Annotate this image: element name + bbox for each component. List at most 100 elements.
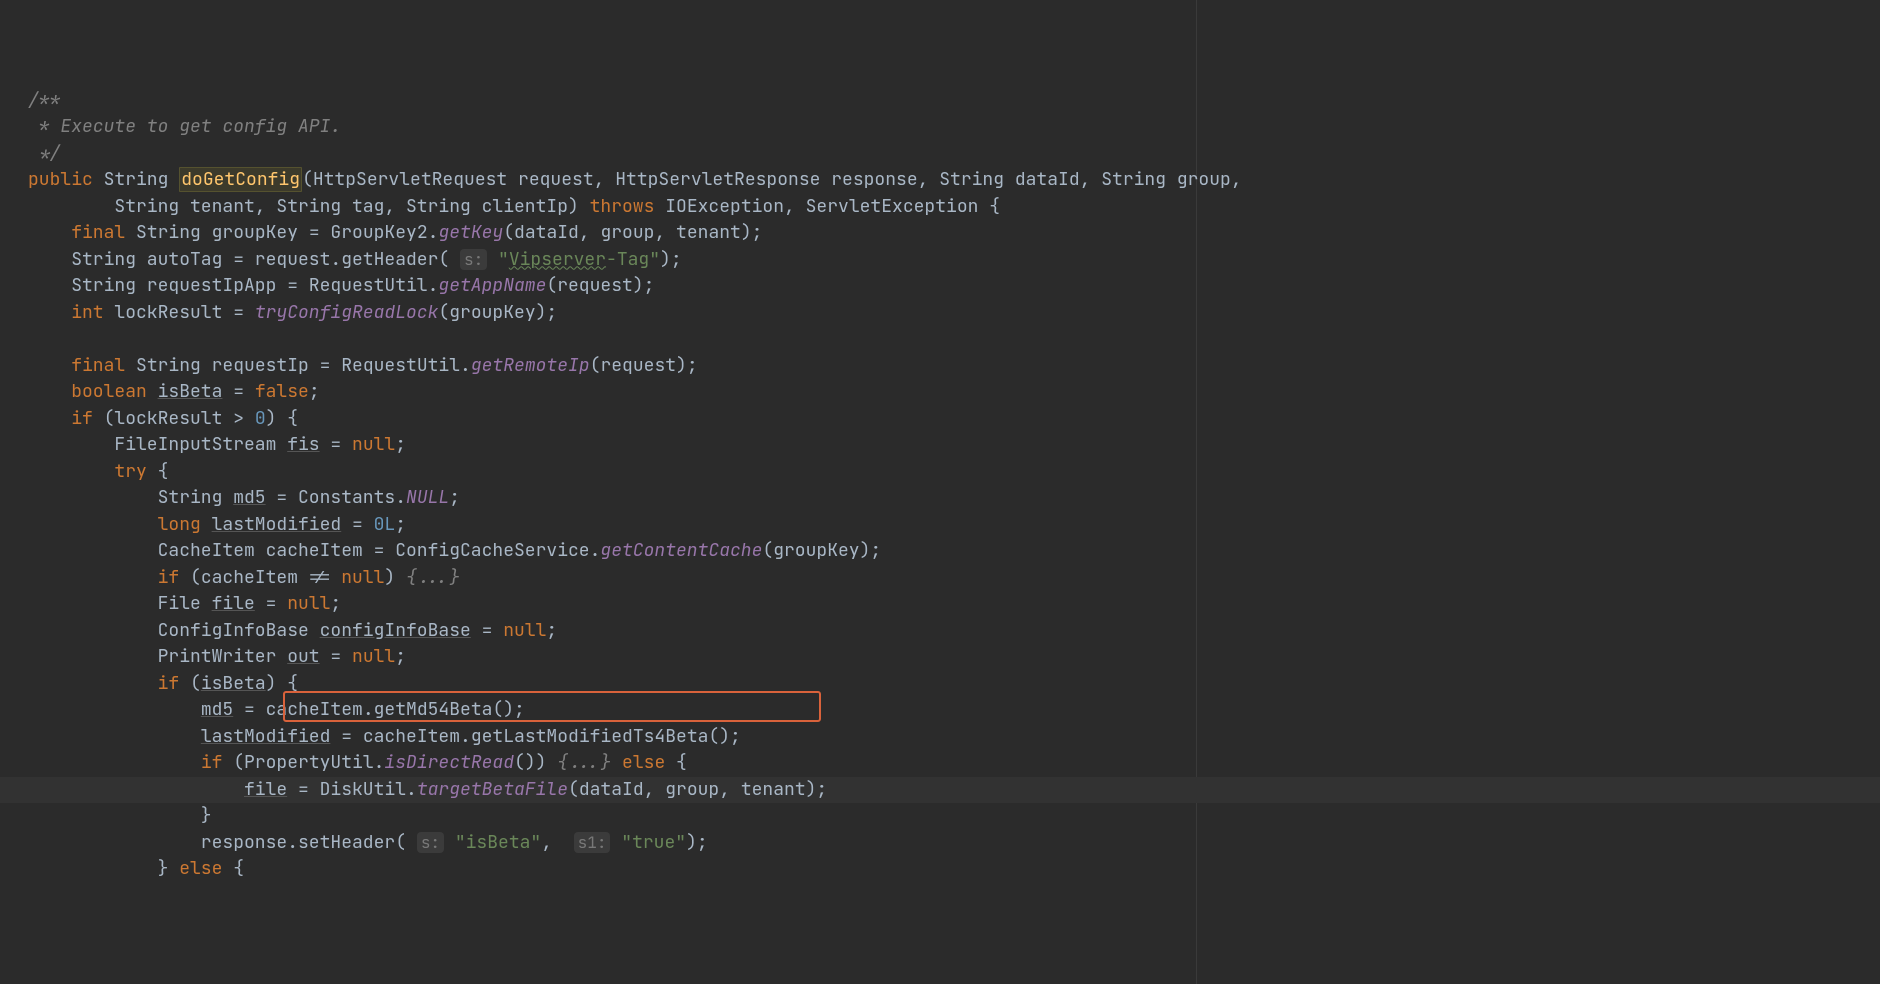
code-token: Vipserver <box>509 248 606 271</box>
code-token: String tenant, String tag, String client… <box>28 195 590 218</box>
code-token: ; <box>449 486 460 509</box>
code-token: CacheItem cacheItem = ConfigCacheService… <box>28 539 600 562</box>
code-line[interactable] <box>0 326 1880 353</box>
code-token: { <box>233 857 244 880</box>
code-token: public <box>28 168 104 191</box>
code-token <box>28 725 201 748</box>
code-line[interactable]: lastModified = cacheItem.getLastModified… <box>0 724 1880 751</box>
code-line[interactable]: boolean isBeta = false; <box>0 379 1880 406</box>
code-line[interactable]: String md5 = Constants.NULL; <box>0 485 1880 512</box>
code-line[interactable]: ConfigInfoBase configInfoBase = null; <box>0 618 1880 645</box>
code-token: = cacheItem.getMd54Beta(); <box>233 698 525 721</box>
code-token: null <box>287 592 330 615</box>
code-editor[interactable]: /** * Execute to get config API. */publi… <box>0 0 1880 984</box>
code-token: long <box>158 513 212 536</box>
code-token: getContentCache <box>600 539 762 562</box>
code-line[interactable]: } else { <box>0 856 1880 883</box>
code-token: { <box>676 751 687 774</box>
code-token <box>28 407 71 430</box>
code-line[interactable]: if (lockResult > 0) { <box>0 406 1880 433</box>
code-token: null <box>352 433 395 456</box>
code-token <box>611 751 622 774</box>
code-token: isBeta <box>201 672 266 695</box>
code-line[interactable]: String tenant, String tag, String client… <box>0 194 1880 221</box>
code-line[interactable]: File file = null; <box>0 591 1880 618</box>
code-line[interactable]: * Execute to get config API. <box>0 114 1880 141</box>
code-token: String autoTag = request.getHeader( <box>28 248 460 271</box>
code-token: if <box>158 566 190 589</box>
code-token: ; <box>395 433 406 456</box>
code-token: int <box>71 301 114 324</box>
code-line[interactable]: long lastModified = 0L; <box>0 512 1880 539</box>
code-token: = <box>255 592 287 615</box>
code-token: throws <box>590 195 666 218</box>
code-line[interactable]: if (cacheItem != null) {...} <box>0 565 1880 592</box>
code-token: null <box>503 619 546 642</box>
code-token: = <box>341 513 373 536</box>
code-token: String <box>104 168 180 191</box>
code-line[interactable]: PrintWriter out = null; <box>0 644 1880 671</box>
code-line[interactable]: } <box>0 803 1880 830</box>
code-line[interactable]: FileInputStream fis = null; <box>0 432 1880 459</box>
code-line[interactable]: md5 = cacheItem.getMd54Beta(); <box>0 697 1880 724</box>
code-line[interactable]: */ <box>0 141 1880 168</box>
code-token: = DiskUtil. <box>287 778 417 801</box>
code-token: {...} <box>406 566 460 589</box>
code-token <box>28 672 158 695</box>
code-line[interactable]: response.setHeader( s: "isBeta", s1: "tr… <box>0 830 1880 857</box>
code-token: lastModified <box>212 513 342 536</box>
code-token: (HttpServletRequest request, HttpServlet… <box>302 168 1242 191</box>
code-token: ); <box>686 831 708 854</box>
code-line[interactable]: int lockResult = tryConfigReadLock(group… <box>0 300 1880 327</box>
code-token: ; <box>330 592 341 615</box>
code-token: ; <box>395 645 406 668</box>
code-token <box>28 778 244 801</box>
code-token: ) { <box>266 407 298 430</box>
code-token: lockResult = <box>114 301 254 324</box>
code-token <box>28 566 158 589</box>
code-token: (groupKey); <box>762 539 881 562</box>
code-token: File <box>28 592 212 615</box>
code-token: configInfoBase <box>320 619 471 642</box>
code-token: isBeta <box>158 380 223 403</box>
code-token: groupKey = GroupKey2. <box>212 221 439 244</box>
code-token: response.setHeader( <box>28 831 417 854</box>
code-token: else <box>622 751 676 774</box>
code-line[interactable]: final String groupKey = GroupKey2.getKey… <box>0 220 1880 247</box>
code-token <box>28 221 71 244</box>
code-line[interactable]: String requestIpApp = RequestUtil.getApp… <box>0 273 1880 300</box>
code-token: null <box>341 566 384 589</box>
code-token: (cacheItem != <box>190 566 341 589</box>
code-token: IOException, ServletException { <box>665 195 1000 218</box>
code-line[interactable]: file = DiskUtil.targetBetaFile(dataId, g… <box>0 777 1880 804</box>
code-line[interactable]: String autoTag = request.getHeader( s: "… <box>0 247 1880 274</box>
code-token: (request); <box>546 274 654 297</box>
code-token: } <box>28 804 212 827</box>
code-token: tryConfigReadLock <box>255 301 439 324</box>
code-line[interactable]: if (PropertyUtil.isDirectRead()) {...} e… <box>0 750 1880 777</box>
code-token: NULL <box>406 486 449 509</box>
code-token: out <box>287 645 319 668</box>
code-token: if <box>158 672 190 695</box>
code-token <box>444 831 455 854</box>
code-line[interactable]: public String doGetConfig(HttpServletReq… <box>0 167 1880 194</box>
code-token: = cacheItem.getLastModifiedTs4Beta(); <box>330 725 740 748</box>
code-token: = <box>471 619 503 642</box>
code-line[interactable]: if (isBeta) { <box>0 671 1880 698</box>
code-token: file <box>212 592 255 615</box>
code-token: else <box>179 857 233 880</box>
code-token: false <box>255 380 309 403</box>
code-token <box>28 380 71 403</box>
code-token: String <box>136 354 212 377</box>
code-token <box>28 751 201 774</box>
code-token: , <box>541 831 573 854</box>
code-line[interactable]: CacheItem cacheItem = ConfigCacheService… <box>0 538 1880 565</box>
code-line[interactable]: try { <box>0 459 1880 486</box>
code-token: ; <box>309 380 320 403</box>
code-token: ()) <box>514 751 557 774</box>
code-token: targetBetaFile <box>417 778 568 801</box>
code-token <box>487 248 498 271</box>
code-token: if <box>71 407 103 430</box>
code-line[interactable]: final String requestIp = RequestUtil.get… <box>0 353 1880 380</box>
code-line[interactable]: /** <box>0 88 1880 115</box>
